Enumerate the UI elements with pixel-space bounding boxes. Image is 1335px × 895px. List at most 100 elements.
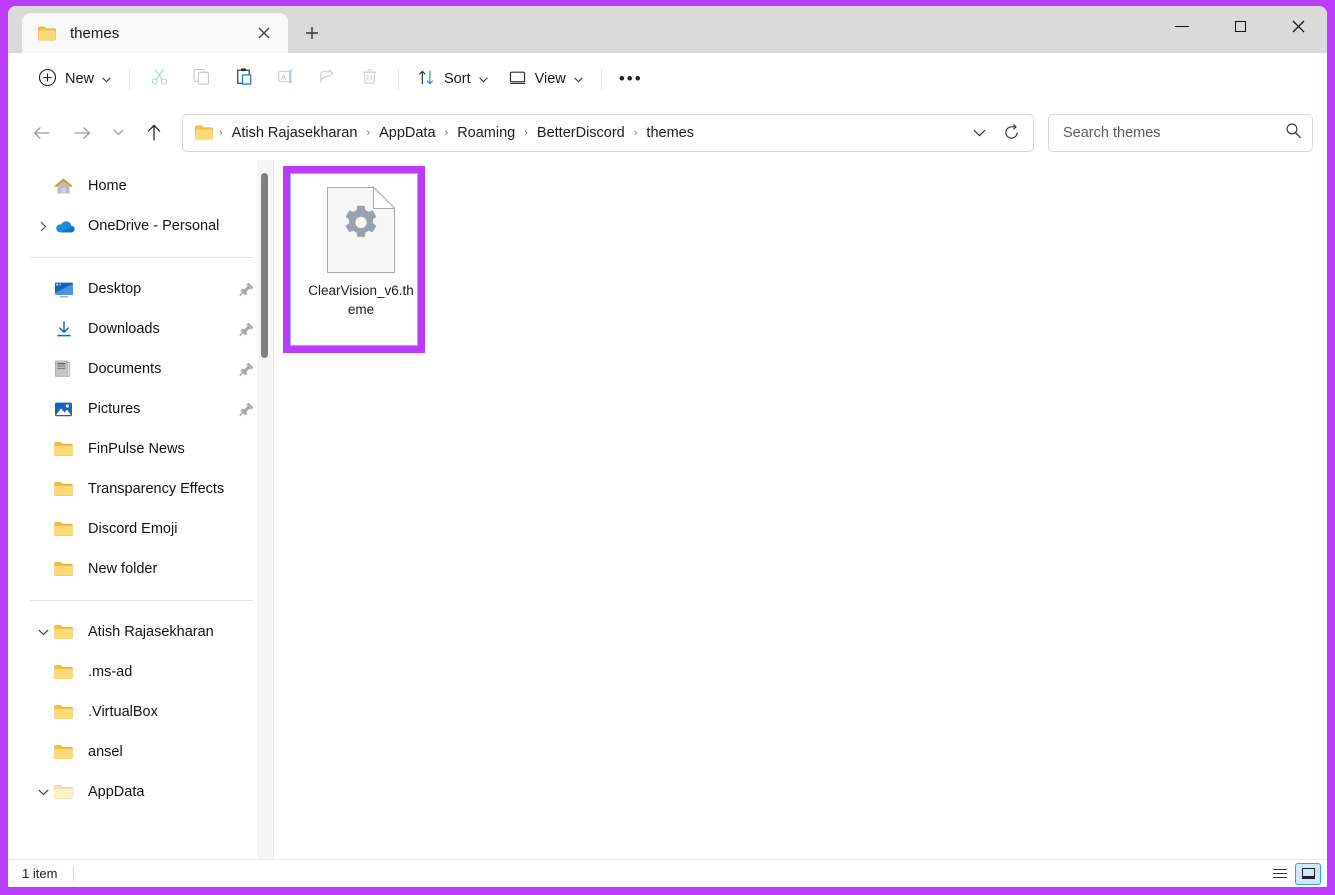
address-bar[interactable]: › Atish Rajasekharan › AppData › Roaming… xyxy=(182,113,1034,152)
folder-icon xyxy=(54,744,78,760)
sidebar-item-documents[interactable]: Documents xyxy=(16,349,265,389)
address-dropdown-button[interactable] xyxy=(963,118,995,148)
tab-strip: themes xyxy=(8,6,332,53)
breadcrumb-item-0[interactable]: Atish Rajasekharan xyxy=(225,121,365,145)
navigation-pane[interactable]: Home OneDrive - Personal Desktop Downloa… xyxy=(8,160,273,859)
file-list-view[interactable]: ClearVision_v6.theme xyxy=(274,160,1327,859)
explorer-window: themes New A Sort View ••• › Atish Rajas… xyxy=(8,6,1327,887)
status-divider xyxy=(73,865,75,882)
maximize-button[interactable] xyxy=(1211,6,1269,46)
sidebar-divider-2 xyxy=(30,600,253,601)
chevron-down-icon[interactable] xyxy=(32,629,54,636)
sidebar-divider xyxy=(30,257,253,258)
share-button[interactable] xyxy=(306,61,348,97)
cut-button[interactable] xyxy=(138,61,180,97)
search-input[interactable] xyxy=(1063,124,1285,141)
tab-themes[interactable]: themes xyxy=(22,13,288,53)
gear-document-icon xyxy=(327,187,395,273)
breadcrumb-item-3[interactable]: BetterDiscord xyxy=(530,121,632,145)
breadcrumb-separator: › xyxy=(633,126,638,139)
recent-locations-button[interactable] xyxy=(102,113,134,153)
chevron-down-icon xyxy=(478,75,488,85)
folder-icon xyxy=(54,704,78,720)
address-bar-row: › Atish Rajasekharan › AppData › Roaming… xyxy=(8,105,1327,160)
folder-icon xyxy=(54,624,78,640)
minimize-button[interactable] xyxy=(1153,6,1211,46)
copy-icon xyxy=(192,67,211,91)
details-view-button[interactable] xyxy=(1267,863,1293,885)
view-button[interactable]: View xyxy=(498,61,593,97)
monitor-icon xyxy=(508,68,527,91)
details-view-icon xyxy=(1273,867,1287,881)
main-body: Home OneDrive - Personal Desktop Downloa… xyxy=(8,160,1327,859)
sidebar-item-pictures[interactable]: Pictures xyxy=(16,389,265,429)
sidebar-item-discord-emoji[interactable]: Discord Emoji xyxy=(16,509,265,549)
toolbar-divider xyxy=(129,68,131,90)
back-button[interactable] xyxy=(22,113,62,153)
pin-icon xyxy=(239,401,255,417)
sidebar-item-new-folder[interactable]: New folder xyxy=(16,549,265,589)
home-icon xyxy=(54,177,78,195)
status-bar: 1 item xyxy=(8,859,1327,887)
sidebar-scrollbar-thumb[interactable] xyxy=(261,173,268,358)
folder-icon xyxy=(54,561,78,577)
view-button-label: View xyxy=(534,71,566,87)
large-icons-view-icon xyxy=(1301,868,1315,879)
more-options-button[interactable]: ••• xyxy=(610,61,652,97)
sort-button[interactable]: Sort xyxy=(407,61,498,97)
file-item[interactable]: ClearVision_v6.theme xyxy=(308,187,414,319)
chevron-down-icon[interactable] xyxy=(32,789,54,796)
sidebar-item-label: Documents xyxy=(88,361,162,377)
new-tab-button[interactable] xyxy=(292,13,332,53)
sidebar-tree-item-atish-rajasekharan[interactable]: Atish Rajasekharan xyxy=(16,612,265,652)
sidebar-item-transparency-effects[interactable]: Transparency Effects xyxy=(16,469,265,509)
onedrive-cloud-icon xyxy=(54,219,78,234)
sidebar-item-finpulse-news[interactable]: FinPulse News xyxy=(16,429,265,469)
sidebar-item-onedrive[interactable]: OneDrive - Personal xyxy=(16,206,265,246)
sidebar-tree-item-ansel[interactable]: ansel xyxy=(16,732,265,772)
breadcrumb-separator: › xyxy=(219,126,223,139)
sidebar-item-home[interactable]: Home xyxy=(16,166,265,206)
chevron-right-icon[interactable] xyxy=(32,221,54,232)
page-fold xyxy=(373,187,395,209)
search-box[interactable] xyxy=(1048,113,1313,152)
sidebar-tree-item-appdata[interactable]: AppData xyxy=(16,772,265,812)
refresh-button[interactable] xyxy=(995,118,1027,148)
sidebar-tree-item-virtualbox[interactable]: .VirtualBox xyxy=(16,692,265,732)
breadcrumb-item-2[interactable]: Roaming xyxy=(450,121,522,145)
copy-button[interactable] xyxy=(180,61,222,97)
breadcrumb-item-1[interactable]: AppData xyxy=(372,121,442,145)
sidebar-tree-item-ms-ad[interactable]: .ms-ad xyxy=(16,652,265,692)
delete-button[interactable] xyxy=(348,61,390,97)
sidebar-item-downloads[interactable]: Downloads xyxy=(16,309,265,349)
forward-button[interactable] xyxy=(62,113,102,153)
close-button[interactable] xyxy=(1269,6,1327,46)
title-bar: themes xyxy=(8,6,1327,53)
breadcrumb-separator: › xyxy=(444,126,449,139)
sidebar-item-label: ansel xyxy=(88,744,123,760)
folder-icon xyxy=(195,125,213,140)
rename-icon: A xyxy=(276,67,295,91)
sidebar-item-label: Discord Emoji xyxy=(88,521,178,537)
toolbar-divider-3 xyxy=(600,68,602,90)
up-button[interactable] xyxy=(134,113,174,153)
item-count-label: 1 item xyxy=(22,866,58,881)
paste-icon xyxy=(234,67,253,91)
documents-icon xyxy=(54,360,78,378)
svg-text:A: A xyxy=(281,72,287,81)
search-icon[interactable] xyxy=(1285,122,1302,144)
folder-icon xyxy=(54,521,78,537)
new-button[interactable]: New xyxy=(28,61,121,97)
paste-button[interactable] xyxy=(222,61,264,97)
breadcrumb-separator: › xyxy=(366,126,371,139)
breadcrumb-item-4[interactable]: themes xyxy=(639,121,701,145)
sidebar-item-desktop[interactable]: Desktop xyxy=(16,269,265,309)
sidebar-item-label: AppData xyxy=(88,784,145,800)
rename-button[interactable]: A xyxy=(264,61,306,97)
gear-icon xyxy=(341,202,381,247)
large-icons-view-button[interactable] xyxy=(1295,862,1321,885)
sidebar-scrollbar[interactable] xyxy=(257,160,273,859)
tab-title: themes xyxy=(70,24,120,42)
tab-close-icon[interactable] xyxy=(250,19,278,47)
pin-icon xyxy=(239,281,255,297)
